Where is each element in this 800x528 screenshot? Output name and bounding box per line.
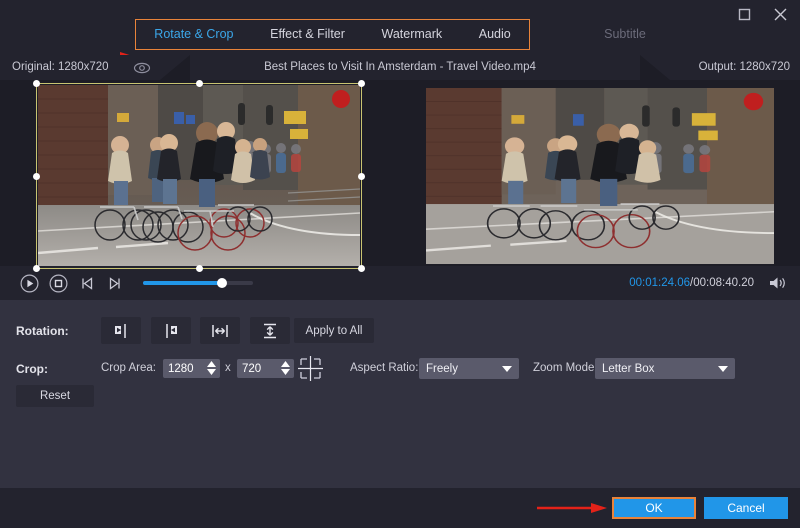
crop-height-stepper[interactable] — [237, 359, 294, 378]
cancel-button[interactable]: Cancel — [704, 497, 788, 519]
chevron-down-icon — [502, 366, 512, 372]
volume-icon[interactable] — [769, 275, 787, 291]
crop-center-icon[interactable] — [297, 355, 324, 382]
tab-bar: Rotate & Crop Effect & Filter Watermark … — [0, 19, 800, 52]
original-preview[interactable] — [0, 80, 400, 276]
crop-handle-top-right[interactable] — [358, 80, 365, 87]
crop-width-spinner-arrows[interactable] — [207, 361, 216, 375]
previous-frame-icon[interactable] — [78, 274, 97, 293]
flip-vertical-icon[interactable] — [250, 317, 290, 344]
crop-width-stepper[interactable] — [163, 359, 220, 378]
crop-handle-bottom-left[interactable] — [33, 265, 40, 272]
crop-dimension-separator: x — [225, 362, 231, 374]
seek-slider-thumb[interactable] — [217, 278, 227, 288]
player-control-bar: 00:01:24.06/00:08:40.20 — [0, 266, 800, 300]
tab-watermark[interactable]: Watermark — [363, 20, 460, 49]
crop-handle-bottom-right[interactable] — [358, 265, 365, 272]
rotate-left-icon[interactable] — [101, 317, 141, 344]
output-preview[interactable] — [400, 80, 800, 276]
play-icon[interactable] — [20, 274, 39, 293]
zoom-mode-label: Zoom Mode: — [533, 362, 598, 374]
preview-info-bar: Original: 1280x720 Best Places to Visit … — [0, 55, 800, 80]
crop-selection-box[interactable] — [36, 83, 362, 269]
annotation-arrow-bottom — [537, 502, 607, 514]
ok-button[interactable]: OK — [612, 497, 696, 519]
output-resolution-label: Output: 1280x720 — [699, 55, 790, 80]
aspect-ratio-select[interactable]: Freely — [419, 358, 519, 379]
apply-to-all-button[interactable]: Apply to All — [294, 318, 374, 343]
crop-width-input[interactable] — [163, 363, 201, 375]
aspect-ratio-value: Freely — [426, 363, 458, 375]
flip-horizontal-icon[interactable] — [200, 317, 240, 344]
file-title-label: Best Places to Visit In Amsterdam - Trav… — [0, 55, 800, 80]
zoom-mode-select[interactable]: Letter Box — [595, 358, 735, 379]
stop-icon[interactable] — [49, 274, 68, 293]
reset-button[interactable]: Reset — [16, 385, 94, 407]
tab-rotate-crop[interactable]: Rotate & Crop — [136, 20, 252, 49]
crop-height-input[interactable] — [237, 363, 275, 375]
seek-slider-fill — [143, 281, 222, 285]
rotate-right-icon[interactable] — [151, 317, 191, 344]
crop-handle-top-left[interactable] — [33, 80, 40, 87]
crop-height-spinner-arrows[interactable] — [281, 361, 290, 375]
current-time: 00:01:24.06 — [629, 277, 690, 289]
timecode-display: 00:01:24.06/00:08:40.20 — [629, 266, 754, 300]
tab-audio[interactable]: Audio — [460, 20, 529, 49]
rotation-label: Rotation: — [16, 324, 69, 338]
chevron-down-icon — [718, 366, 728, 372]
tab-subtitle[interactable]: Subtitle — [545, 19, 705, 50]
crop-handle-bottom-center[interactable] — [196, 265, 203, 272]
total-time: 00:08:40.20 — [693, 277, 754, 289]
next-frame-icon[interactable] — [105, 274, 124, 293]
primary-tab-group: Rotate & Crop Effect & Filter Watermark … — [135, 19, 530, 50]
tab-effect-filter[interactable]: Effect & Filter — [252, 20, 363, 49]
aspect-ratio-label: Aspect Ratio: — [350, 362, 418, 374]
video-editor-window: Rotate & Crop Effect & Filter Watermark … — [0, 0, 800, 528]
crop-area-label: Crop Area: — [101, 362, 156, 374]
crop-handle-middle-left[interactable] — [33, 173, 40, 180]
seek-slider[interactable] — [143, 281, 253, 285]
output-video-frame — [426, 88, 774, 264]
crop-label: Crop: — [16, 362, 48, 376]
crop-handle-top-center[interactable] — [196, 80, 203, 87]
zoom-mode-value: Letter Box — [602, 363, 654, 375]
crop-handle-middle-right[interactable] — [358, 173, 365, 180]
video-preview-area: Original: 1280x720 Best Places to Visit … — [0, 55, 800, 300]
